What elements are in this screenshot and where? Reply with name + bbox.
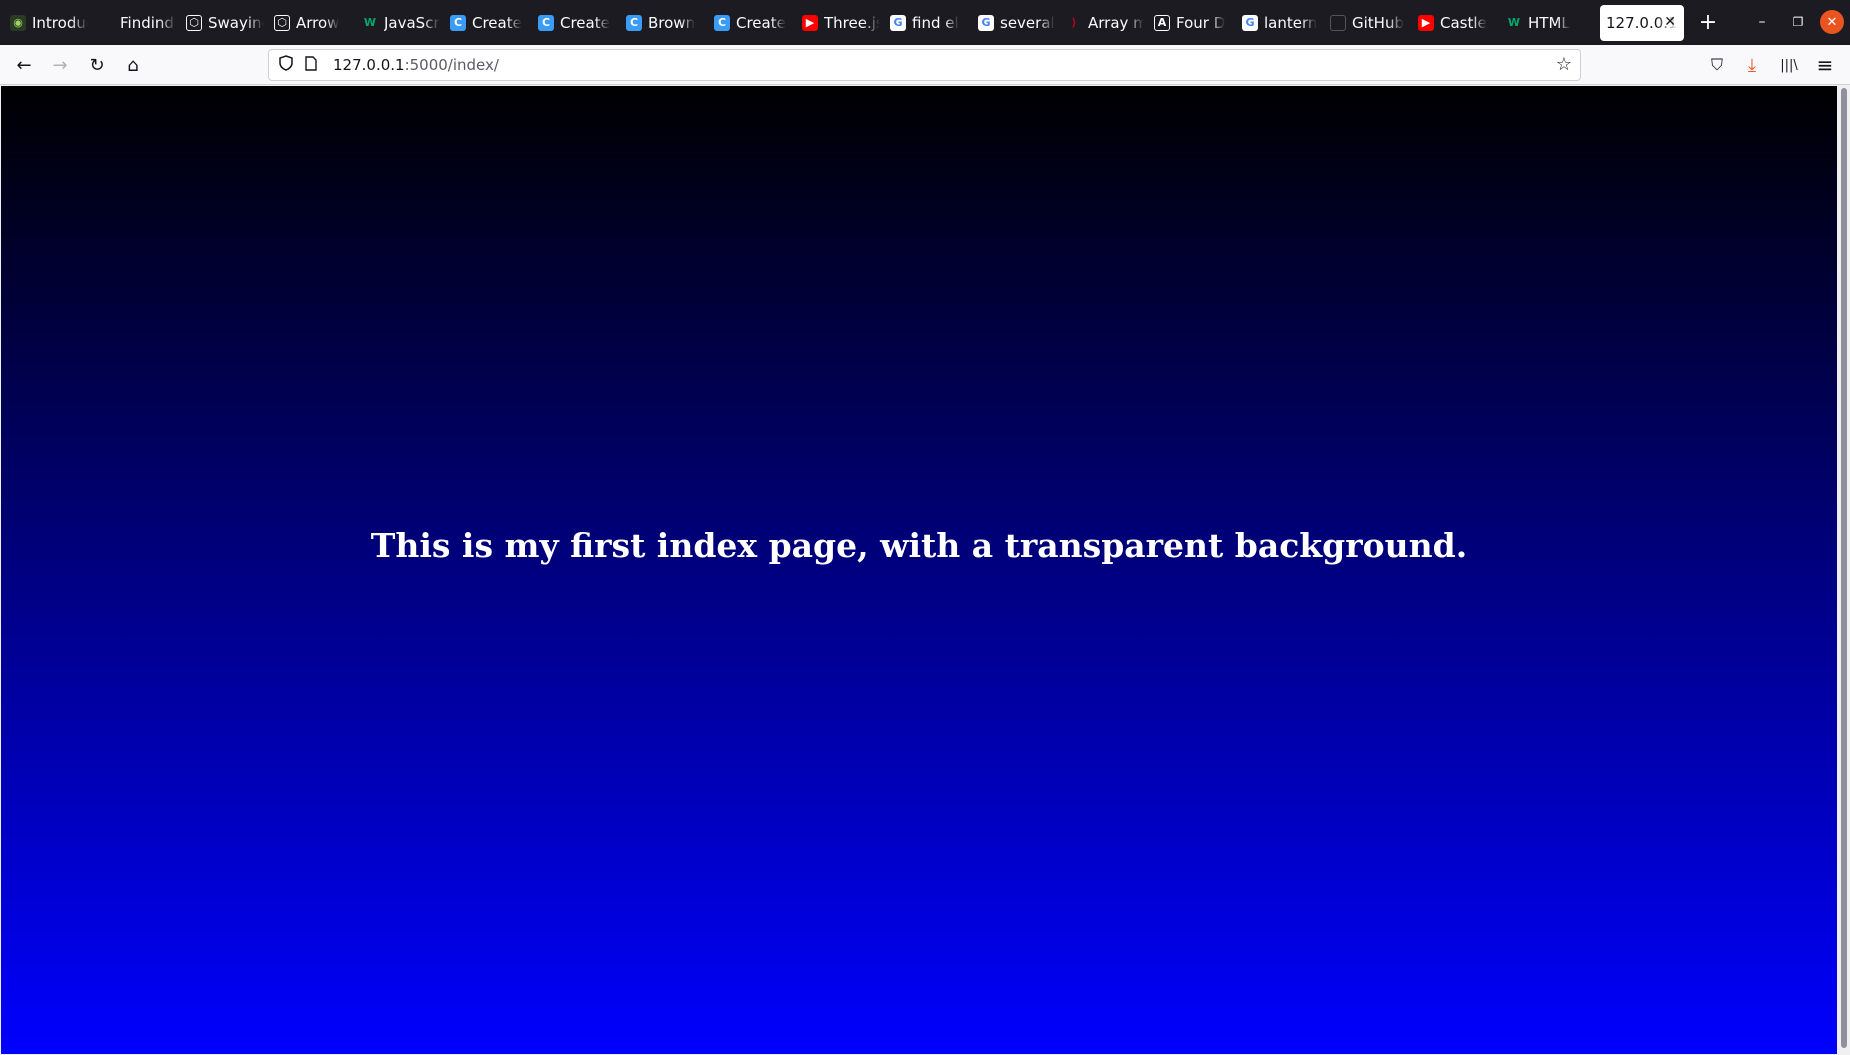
tab-label: Four D <box>1176 13 1226 32</box>
tab-16[interactable]: ▶ Castle <box>1412 5 1496 41</box>
tab-label: Array m <box>1088 13 1144 32</box>
tab-14[interactable]: Glantern <box>1236 5 1320 41</box>
tab-0[interactable]: ◉ Introduction <box>4 5 88 41</box>
c-icon: C <box>538 14 554 31</box>
tab-label: Findind an <box>120 13 176 32</box>
browser-window: ◉ Introduction Findind an ⬡ Swaying ⬡ Arrow W Ja… <box>0 0 1850 1055</box>
tab-label: Brown <box>648 13 696 32</box>
tab-active[interactable]: 127.0.0.1 ✕ <box>1600 4 1684 41</box>
cube-icon: ⬡ <box>274 14 290 31</box>
bookmark-star-icon[interactable]: ☆ <box>1556 54 1572 75</box>
close-tab-icon[interactable]: ✕ <box>1664 14 1676 30</box>
c-icon: C <box>714 14 730 31</box>
url-path: :5000/index/ <box>404 56 499 74</box>
close-window-button[interactable]: ✕ <box>1820 10 1844 34</box>
google-icon: G <box>978 14 994 31</box>
tab-label: GitHub <box>1352 13 1404 32</box>
forward-button[interactable]: → <box>46 51 74 79</box>
downloads-icon[interactable]: ⤓ <box>1738 51 1766 79</box>
page-info-icon[interactable] <box>305 55 321 75</box>
tab-label: Three.js <box>824 13 880 32</box>
tab-label: several <box>1000 13 1055 32</box>
reload-button[interactable]: ↻ <box>83 51 111 79</box>
tab-11[interactable]: Gseveral <box>972 5 1056 41</box>
cube-icon: ⬡ <box>186 14 202 31</box>
arrow-icon: ⟩ <box>1071 15 1077 29</box>
tab-label: Create <box>736 13 786 32</box>
tab-5[interactable]: C Create <box>444 5 528 41</box>
library-icon[interactable]: |||\ <box>1775 51 1803 79</box>
a-icon: A <box>1154 14 1170 31</box>
tab-15[interactable]: GitHub <box>1324 5 1408 41</box>
youtube-icon: ▶ <box>1418 14 1434 31</box>
tab-label: find el <box>912 13 959 32</box>
scrollbar-thumb[interactable] <box>1841 88 1847 1048</box>
tab-label: Castle <box>1440 13 1487 32</box>
tracking-shield-icon[interactable] <box>277 55 295 75</box>
tab-9[interactable]: ▶ Three.js <box>796 5 880 41</box>
w-icon: W <box>1507 15 1521 29</box>
tab-label: Introduction <box>32 13 88 32</box>
tab-12[interactable]: ⟩ Array m <box>1060 5 1144 41</box>
url-host: 127.0.0.1 <box>333 56 405 74</box>
tab-17[interactable]: W HTML <box>1500 5 1584 41</box>
url-bar[interactable]: 127.0.0.1:5000/index/ ☆ <box>268 49 1581 81</box>
tab-strip: ◉ Introduction Findind an ⬡ Swaying ⬡ Arrow W Ja… <box>0 0 1850 45</box>
tab-13[interactable]: A Four D <box>1148 5 1232 41</box>
nav-bar: ← → ↻ ⌂ 127.0.0.1:5000/index/ ☆ ⛉ ⤓ |||\… <box>0 45 1850 85</box>
c-icon: C <box>450 14 466 31</box>
tab-label: JavaScript <box>384 13 440 32</box>
tab-7[interactable]: C Brown <box>620 5 704 41</box>
c-icon: C <box>626 14 642 31</box>
tab-6[interactable]: C Create <box>532 5 616 41</box>
youtube-icon: ▶ <box>802 14 818 31</box>
tab-label: Swaying <box>208 13 264 32</box>
github-icon <box>1330 14 1346 31</box>
alien-icon: ◉ <box>10 14 26 31</box>
favicon-empty-icon <box>98 15 114 31</box>
google-icon: G <box>890 14 906 31</box>
url-text[interactable]: 127.0.0.1:5000/index/ <box>333 56 499 74</box>
tab-1[interactable]: Findind an <box>92 5 176 41</box>
google-icon: G <box>1242 14 1258 31</box>
page-content: This is my first index page, with a tran… <box>1 86 1837 1054</box>
tab-label: HTML <box>1528 13 1570 32</box>
tab-label: Create <box>560 13 610 32</box>
minimize-button[interactable]: – <box>1750 10 1774 34</box>
tabs-container: ◉ Introduction Findind an ⬡ Swaying ⬡ Arrow W Ja… <box>0 5 1584 41</box>
maximize-button[interactable]: ❐ <box>1786 10 1810 34</box>
tab-4[interactable]: W JavaScript <box>356 5 440 41</box>
w-icon: W <box>363 15 377 29</box>
tab-3[interactable]: ⬡ Arrow <box>268 5 352 41</box>
tab-label: Create <box>472 13 522 32</box>
tab-label: Arrow <box>296 13 340 32</box>
tab-label: lantern <box>1264 13 1318 32</box>
menu-icon[interactable]: ≡ <box>1811 51 1839 79</box>
pocket-icon[interactable]: ⛉ <box>1703 51 1731 79</box>
tab-8[interactable]: C Create <box>708 5 792 41</box>
page-heading: This is my first index page, with a tran… <box>370 525 1468 565</box>
new-tab-button[interactable]: + <box>1690 5 1726 41</box>
back-button[interactable]: ← <box>10 51 38 79</box>
tab-10[interactable]: Gfind el <box>884 5 968 41</box>
tab-2[interactable]: ⬡ Swaying <box>180 5 264 41</box>
home-button[interactable]: ⌂ <box>119 51 147 79</box>
scrollbar[interactable] <box>1838 86 1850 1054</box>
